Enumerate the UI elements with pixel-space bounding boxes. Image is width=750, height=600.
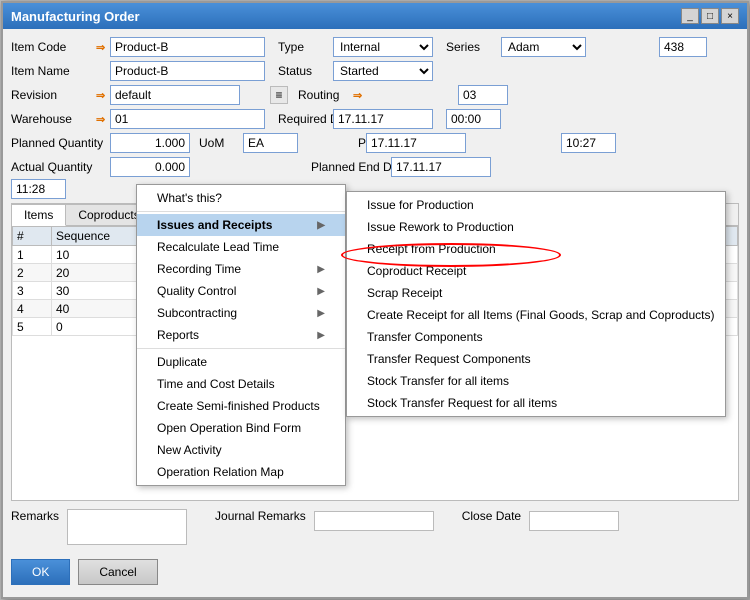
revision-label: Revision bbox=[11, 88, 96, 102]
revision-button[interactable]: ≡ bbox=[270, 86, 288, 104]
sub-coproduct-receipt[interactable]: Coproduct Receipt bbox=[347, 260, 725, 282]
planned-start-input[interactable] bbox=[366, 133, 466, 153]
planned-end-time-input[interactable] bbox=[11, 179, 66, 199]
close-date-input[interactable] bbox=[529, 511, 619, 531]
close-date-label: Close Date bbox=[462, 509, 521, 523]
context-menu: What's this? Issues and Receipts ▶ Recal… bbox=[136, 184, 346, 486]
main-content: Item Code ⇒ Type Internal Series Adam It… bbox=[3, 29, 747, 597]
submenu-arrow-reports: ▶ bbox=[317, 330, 325, 341]
ctx-create-semifinished[interactable]: Create Semi-finished Products bbox=[137, 395, 345, 417]
planned-end-label: Planned End Date bbox=[311, 160, 391, 174]
routing-input[interactable] bbox=[458, 85, 508, 105]
type-label: Type bbox=[278, 40, 333, 54]
routing-arrow: ⇒ bbox=[353, 89, 458, 102]
sub-receipt-production[interactable]: Receipt from Production bbox=[347, 238, 725, 260]
ctx-issues-receipts[interactable]: Issues and Receipts ▶ bbox=[137, 214, 345, 236]
ctx-subcontracting[interactable]: Subcontracting ▶ bbox=[137, 302, 345, 324]
window-title: Manufacturing Order bbox=[11, 9, 140, 24]
sub-stock-transfer-request-all[interactable]: Stock Transfer Request for all items bbox=[347, 392, 725, 414]
req-time-input[interactable] bbox=[446, 109, 501, 129]
sub-create-receipt-all[interactable]: Create Receipt for all Items (Final Good… bbox=[347, 304, 725, 326]
submenu-arrow-issues: ▶ bbox=[317, 220, 325, 231]
series-num-input[interactable] bbox=[659, 37, 707, 57]
ctx-open-operation[interactable]: Open Operation Bind Form bbox=[137, 417, 345, 439]
planned-start-time-input[interactable] bbox=[561, 133, 616, 153]
tab-items[interactable]: Items bbox=[12, 204, 66, 226]
submenu-panel: Issue for Production Issue Rework to Pro… bbox=[346, 191, 726, 417]
ctx-sep-2 bbox=[137, 348, 345, 349]
journal-remarks-label: Journal Remarks bbox=[215, 509, 306, 523]
uom-label: UoM bbox=[199, 136, 235, 150]
ctx-duplicate[interactable]: Duplicate bbox=[137, 351, 345, 373]
item-code-input[interactable] bbox=[110, 37, 265, 57]
submenu-arrow-recording: ▶ bbox=[317, 264, 325, 275]
item-code-label: Item Code bbox=[11, 40, 96, 54]
warehouse-input[interactable] bbox=[110, 109, 265, 129]
req-date-label: Required Date bbox=[278, 112, 333, 126]
item-name-label: Item Name bbox=[11, 64, 96, 78]
ctx-time-cost[interactable]: Time and Cost Details bbox=[137, 373, 345, 395]
ctx-recording-time[interactable]: Recording Time ▶ bbox=[137, 258, 345, 280]
window-controls: _ □ × bbox=[681, 8, 739, 24]
warehouse-label: Warehouse bbox=[11, 112, 96, 126]
actual-qty-input[interactable] bbox=[110, 157, 190, 177]
series-label: Series bbox=[446, 40, 501, 54]
sub-scrap-receipt[interactable]: Scrap Receipt bbox=[347, 282, 725, 304]
sub-issue-production[interactable]: Issue for Production bbox=[347, 194, 725, 216]
button-row: OK Cancel bbox=[11, 553, 739, 589]
revision-input[interactable] bbox=[110, 85, 240, 105]
journal-remarks-input[interactable] bbox=[314, 511, 434, 531]
submenu-arrow-quality: ▶ bbox=[317, 286, 325, 297]
ctx-whats-this[interactable]: What's this? bbox=[137, 187, 345, 209]
sub-stock-transfer-all[interactable]: Stock Transfer for all items bbox=[347, 370, 725, 392]
status-label: Status bbox=[278, 64, 333, 78]
planned-qty-label: Planned Quantity bbox=[11, 136, 96, 150]
minimize-button[interactable]: _ bbox=[681, 8, 699, 24]
remarks-label: Remarks bbox=[11, 509, 59, 523]
actual-qty-label: Actual Quantity bbox=[11, 160, 96, 174]
sub-issue-rework[interactable]: Issue Rework to Production bbox=[347, 216, 725, 238]
uom-input[interactable] bbox=[243, 133, 298, 153]
planned-end-input[interactable] bbox=[391, 157, 491, 177]
planned-start-label: Planned Start Date bbox=[358, 136, 366, 150]
ctx-new-activity[interactable]: New Activity bbox=[137, 439, 345, 461]
req-date-input[interactable] bbox=[333, 109, 433, 129]
item-code-arrow: ⇒ bbox=[96, 41, 110, 54]
type-select[interactable]: Internal bbox=[333, 37, 433, 57]
warehouse-arrow: ⇒ bbox=[96, 113, 110, 126]
ctx-sep-1 bbox=[137, 211, 345, 212]
item-name-input[interactable] bbox=[110, 61, 265, 81]
routing-label: Routing bbox=[298, 88, 353, 102]
main-window: Manufacturing Order _ □ × Item Code ⇒ Ty… bbox=[1, 1, 749, 599]
maximize-button[interactable]: □ bbox=[701, 8, 719, 24]
ctx-reports[interactable]: Reports ▶ bbox=[137, 324, 345, 346]
series-select[interactable]: Adam bbox=[501, 37, 586, 57]
footer-section: Remarks Journal Remarks Close Date bbox=[11, 505, 739, 549]
ctx-operation-map[interactable]: Operation Relation Map bbox=[137, 461, 345, 483]
status-select[interactable]: Started bbox=[333, 61, 433, 81]
planned-qty-input[interactable] bbox=[110, 133, 190, 153]
revision-arrow: ⇒ bbox=[96, 89, 110, 102]
ctx-recalculate[interactable]: Recalculate Lead Time bbox=[137, 236, 345, 258]
col-num: # bbox=[13, 227, 52, 246]
remarks-input[interactable] bbox=[67, 509, 187, 545]
sub-transfer-components[interactable]: Transfer Components bbox=[347, 326, 725, 348]
ok-button[interactable]: OK bbox=[11, 559, 70, 585]
close-button[interactable]: × bbox=[721, 8, 739, 24]
title-bar: Manufacturing Order _ □ × bbox=[3, 3, 747, 29]
sub-transfer-request[interactable]: Transfer Request Components bbox=[347, 348, 725, 370]
cancel-button[interactable]: Cancel bbox=[78, 559, 157, 585]
submenu-arrow-subcontracting: ▶ bbox=[317, 308, 325, 319]
ctx-quality-control[interactable]: Quality Control ▶ bbox=[137, 280, 345, 302]
